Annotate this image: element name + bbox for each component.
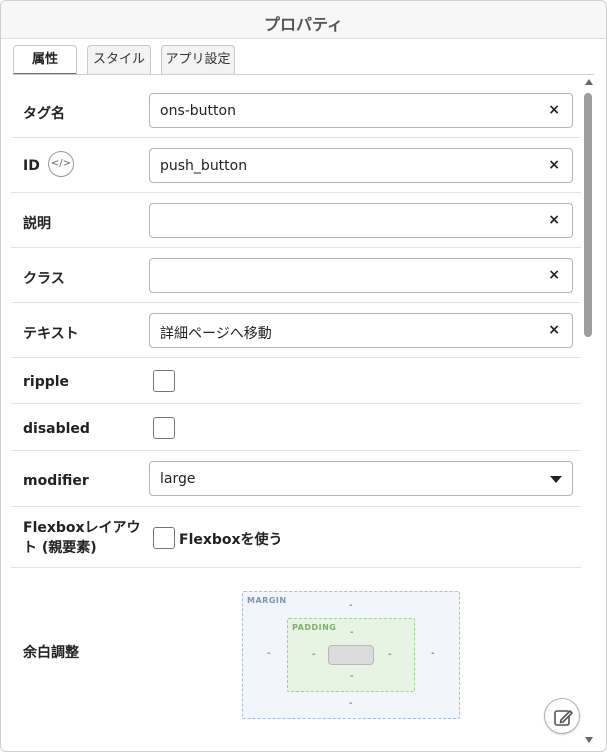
properties-panel: プロパティ 属性 スタイル アプリ設定 タグ名 ons-button × ID …	[0, 0, 607, 752]
text-label: テキスト	[23, 326, 79, 342]
row-tag-name: タグ名 ons-button ×	[11, 83, 581, 138]
tag-name-label: タグ名	[23, 106, 65, 122]
clear-icon[interactable]: ×	[548, 157, 560, 173]
padding-box[interactable]: PADDING - - - -	[287, 618, 415, 692]
chevron-down-icon	[550, 476, 562, 483]
tab-style[interactable]: スタイル	[87, 45, 151, 74]
content-box	[328, 645, 374, 665]
padding-bottom-value[interactable]: -	[350, 671, 354, 682]
padding-right-value[interactable]: -	[388, 649, 392, 660]
row-text: テキスト 詳細ページへ移動 ×	[11, 303, 581, 358]
text-field[interactable]: 詳細ページへ移動 ×	[149, 313, 573, 348]
disabled-checkbox[interactable]	[153, 417, 175, 439]
tab-divider	[13, 74, 594, 75]
id-label: ID	[23, 158, 40, 174]
row-ripple: ripple	[11, 358, 581, 404]
padding-label: PADDING	[292, 623, 337, 632]
flexbox-checkbox-label[interactable]: Flexboxを使う	[179, 529, 283, 549]
flexbox-label: Flexboxレイアウト (親要素)	[23, 520, 141, 556]
clear-icon[interactable]: ×	[548, 322, 560, 338]
margin-bottom-value[interactable]: -	[349, 698, 353, 709]
row-class: クラス ×	[11, 248, 581, 303]
tag-name-value: ons-button	[160, 103, 236, 119]
panel-title: プロパティ	[263, 15, 344, 34]
scroll-up-icon[interactable]	[585, 79, 593, 85]
ripple-label: ripple	[23, 374, 70, 390]
row-flexbox: Flexboxレイアウト (親要素) Flexboxを使う	[11, 507, 581, 568]
margin-box[interactable]: MARGIN - - - - PADDING - - - -	[242, 591, 460, 719]
row-id: ID </> push_button ×	[11, 138, 581, 193]
scroll-down-icon[interactable]	[585, 737, 593, 743]
edit-icon	[554, 710, 573, 726]
ripple-checkbox[interactable]	[153, 370, 175, 392]
tag-name-field[interactable]: ons-button ×	[149, 93, 573, 128]
margin-label: MARGIN	[247, 596, 287, 605]
text-value: 詳細ページへ移動	[160, 326, 272, 342]
tab-attributes[interactable]: 属性	[13, 45, 77, 75]
clear-icon[interactable]: ×	[548, 102, 560, 118]
clear-icon[interactable]: ×	[548, 267, 560, 283]
disabled-label: disabled	[23, 421, 90, 437]
padding-top-value[interactable]: -	[350, 627, 354, 638]
class-field[interactable]: ×	[149, 258, 573, 293]
class-label: クラス	[23, 271, 65, 287]
clear-icon[interactable]: ×	[548, 212, 560, 228]
modifier-select[interactable]: large	[149, 461, 573, 496]
margin-left-value[interactable]: -	[267, 648, 271, 659]
scrollbar-thumb[interactable]	[584, 93, 592, 337]
id-value: push_button	[160, 158, 248, 174]
spacing-label: 余白調整	[23, 645, 79, 661]
modifier-label: modifier	[23, 473, 89, 489]
margin-top-value[interactable]: -	[349, 600, 353, 611]
row-description: 説明 ×	[11, 193, 581, 248]
description-field[interactable]: ×	[149, 203, 573, 238]
code-icon[interactable]: </>	[48, 151, 74, 177]
padding-left-value[interactable]: -	[312, 649, 316, 660]
id-field[interactable]: push_button ×	[149, 148, 573, 183]
modifier-value: large	[160, 471, 196, 487]
edit-button[interactable]	[544, 698, 580, 734]
margin-right-value[interactable]: -	[431, 648, 435, 659]
flexbox-checkbox[interactable]	[153, 527, 175, 549]
tab-app-settings[interactable]: アプリ設定	[161, 45, 235, 74]
row-modifier: modifier large	[11, 451, 581, 507]
vertical-scrollbar[interactable]	[583, 79, 595, 743]
row-disabled: disabled	[11, 404, 581, 451]
panel-header: プロパティ	[1, 1, 606, 39]
description-label: 説明	[23, 216, 51, 232]
